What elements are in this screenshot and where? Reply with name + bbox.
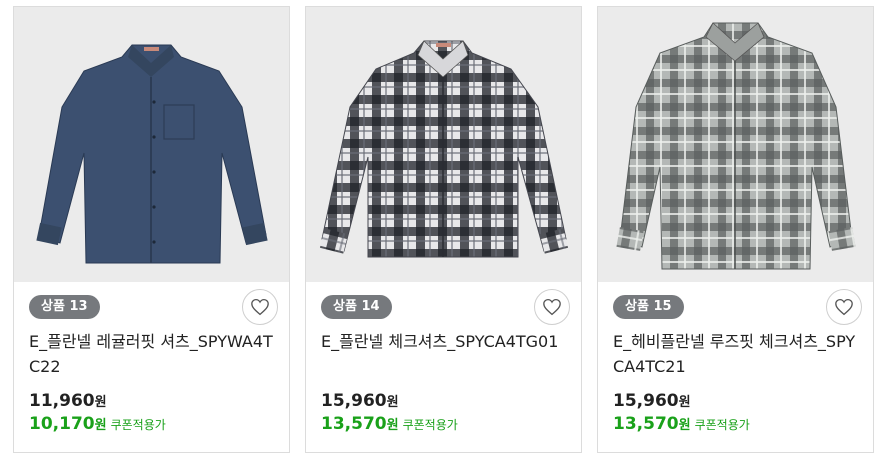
coupon-price: 13,570원 쿠폰적용가 — [321, 414, 458, 434]
heart-icon — [251, 298, 269, 316]
check-shirt-image — [319, 40, 569, 258]
product-image[interactable] — [14, 7, 289, 282]
product-price: 11,960원 — [29, 391, 107, 411]
product-number-badge: 상품 15 — [613, 295, 684, 319]
wishlist-button[interactable] — [826, 289, 862, 325]
heart-icon — [835, 298, 853, 316]
product-name[interactable]: E_헤비플란넬 루즈핏 체크셔츠_SPYCA4TC21 — [613, 329, 858, 379]
wishlist-button[interactable] — [242, 289, 278, 325]
product-number-badge: 상품 14 — [321, 295, 392, 319]
coupon-price: 10,170원 쿠폰적용가 — [29, 414, 166, 434]
wishlist-button[interactable] — [534, 289, 570, 325]
product-card[interactable]: 상품 14 E_플란넬 체크셔츠_SPYCA4TG01 15,960원 13,5… — [305, 6, 582, 453]
coupon-price: 13,570원 쿠폰적용가 — [613, 414, 750, 434]
coupon-label: 쿠폰적용가 — [694, 418, 750, 432]
navy-shirt-image — [36, 44, 268, 264]
grey-check-shirt-image — [616, 22, 856, 270]
coupon-label: 쿠폰적용가 — [402, 418, 458, 432]
product-grid: 상품 13 E_플란넬 레귤러핏 셔츠_SPYWA4TC22 11,960원 1… — [0, 0, 885, 459]
product-name[interactable]: E_플란넬 체크셔츠_SPYCA4TG01 — [321, 329, 566, 354]
product-image[interactable] — [306, 7, 581, 282]
product-price: 15,960원 — [321, 391, 399, 411]
product-image[interactable] — [598, 7, 873, 282]
heart-icon — [543, 298, 561, 316]
product-number-badge: 상품 13 — [29, 295, 100, 319]
product-card[interactable]: 상품 15 E_헤비플란넬 루즈핏 체크셔츠_SPYCA4TC21 15,960… — [597, 6, 874, 453]
product-name[interactable]: E_플란넬 레귤러핏 셔츠_SPYWA4TC22 — [29, 329, 274, 379]
product-card[interactable]: 상품 13 E_플란넬 레귤러핏 셔츠_SPYWA4TC22 11,960원 1… — [13, 6, 290, 453]
coupon-label: 쿠폰적용가 — [110, 418, 166, 432]
product-price: 15,960원 — [613, 391, 691, 411]
